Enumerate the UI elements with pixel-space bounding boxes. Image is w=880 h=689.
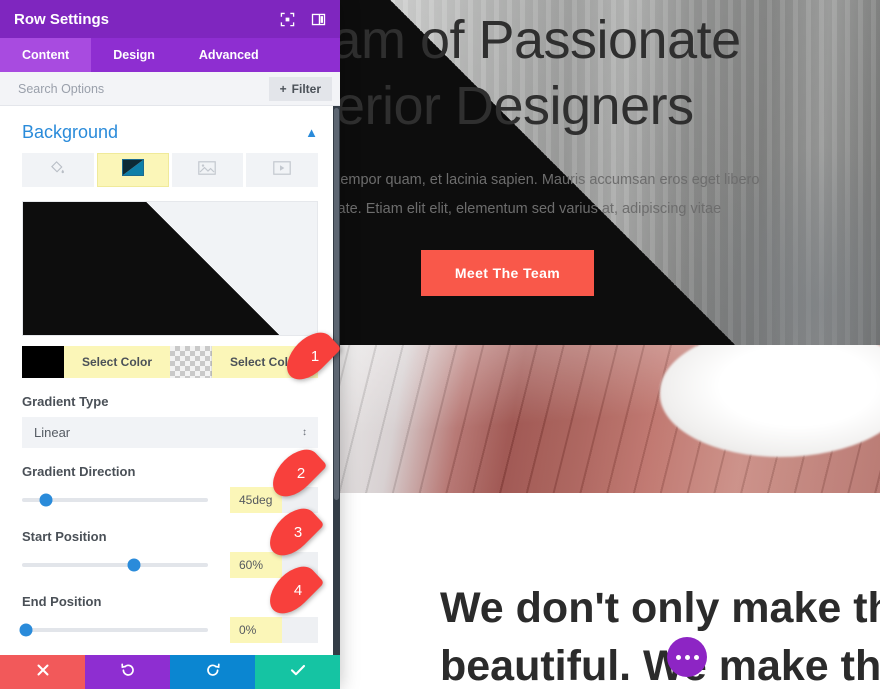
hero-subtitle-line2: vulputate. Etiam elit elit, elementum se… xyxy=(298,200,722,217)
end-position-value-box[interactable]: 0% xyxy=(230,617,318,643)
undo-icon xyxy=(120,662,136,683)
redo-icon xyxy=(205,662,221,683)
background-image-tab[interactable] xyxy=(171,153,244,187)
fur-rug xyxy=(660,345,880,457)
panel-scrollbar-track[interactable] xyxy=(333,106,340,655)
check-icon xyxy=(290,663,306,682)
gradient-direction-control: 45deg xyxy=(22,487,318,513)
page-title: Row Settings xyxy=(14,10,110,28)
video-icon xyxy=(273,160,291,180)
tab-content[interactable]: Content xyxy=(0,38,92,72)
gradient-direction-value: 45deg xyxy=(230,487,282,513)
gradient-icon xyxy=(121,159,144,181)
end-position-label: End Position xyxy=(22,594,102,609)
chat-dot xyxy=(684,654,690,660)
select-color-start-button[interactable]: Select Color xyxy=(64,346,170,378)
plus-icon: + xyxy=(279,81,287,96)
redo-button[interactable] xyxy=(170,655,255,689)
gradient-type-label: Gradient Type xyxy=(22,394,109,409)
start-position-control: 60% xyxy=(22,552,318,578)
gradient-preview[interactable] xyxy=(22,201,318,336)
gradient-type-select[interactable]: Linear xyxy=(22,417,318,448)
section-title: Background xyxy=(22,122,119,142)
gradient-direction-label: Gradient Direction xyxy=(22,464,136,479)
background-gradient-tab[interactable] xyxy=(96,153,169,187)
close-icon xyxy=(36,663,50,682)
background-video-tab[interactable] xyxy=(246,153,318,187)
color-swatch-end[interactable] xyxy=(170,346,212,378)
meet-the-team-button[interactable]: Meet The Team xyxy=(420,249,595,296)
tab-design[interactable]: Design xyxy=(91,38,177,72)
start-position-value-box[interactable]: 60% xyxy=(230,552,318,578)
filter-button-label: Filter xyxy=(291,81,321,96)
gradient-color-stops: Select Color Select Color xyxy=(22,346,318,378)
start-position-slider[interactable] xyxy=(22,558,208,572)
tab-advanced[interactable]: Advanced xyxy=(177,38,281,72)
row-settings-panel: Row Settings Content Design Advanced Sea… xyxy=(0,0,340,689)
filter-button[interactable]: + Filter xyxy=(268,76,332,101)
panel-footer xyxy=(0,655,340,689)
end-position-slider[interactable] xyxy=(19,623,208,637)
chevron-up-icon[interactable]: ▲ xyxy=(305,125,318,140)
undo-button[interactable] xyxy=(85,655,170,689)
gradient-direction-value-box[interactable]: 45deg xyxy=(230,487,318,513)
chat-dot xyxy=(693,654,699,660)
select-color-end-button[interactable]: Select Color xyxy=(212,346,318,378)
search-input[interactable] xyxy=(18,81,269,96)
closing-line2: beautiful. We make them xyxy=(440,642,880,689)
panel-scrollbar-thumb[interactable] xyxy=(334,108,339,500)
cancel-button[interactable] xyxy=(0,655,85,689)
background-type-tabs xyxy=(22,153,318,187)
panel-body: Background ▲ Select Color Select Color G… xyxy=(0,106,340,655)
slider-knob[interactable] xyxy=(39,493,53,507)
background-color-tab[interactable] xyxy=(22,153,94,187)
start-position-label: Start Position xyxy=(22,529,107,544)
end-position-control: 0% xyxy=(19,617,318,643)
slider-knob[interactable] xyxy=(127,558,141,572)
chat-dots-icon[interactable] xyxy=(667,637,707,677)
chat-dot xyxy=(675,654,681,660)
focus-icon[interactable] xyxy=(280,12,295,27)
background-section-header[interactable]: Background ▲ xyxy=(22,106,318,153)
search-bar: + Filter xyxy=(0,72,340,106)
panel-tabs: Content Design Advanced xyxy=(0,38,340,72)
panel-header: Row Settings xyxy=(0,0,340,38)
start-position-value: 60% xyxy=(230,552,282,578)
paint-bucket-icon xyxy=(50,160,65,180)
closing-line1: We don't only make things xyxy=(440,584,880,632)
color-swatch-start[interactable] xyxy=(22,346,64,378)
end-position-value: 0% xyxy=(230,617,282,643)
gradient-direction-slider[interactable] xyxy=(22,493,208,507)
image-icon xyxy=(198,160,217,180)
slider-knob[interactable] xyxy=(19,623,33,637)
layout-panel-icon[interactable] xyxy=(311,12,326,27)
save-button[interactable] xyxy=(255,655,340,689)
closing-heading: We don't only make things beautiful. We … xyxy=(440,579,880,689)
